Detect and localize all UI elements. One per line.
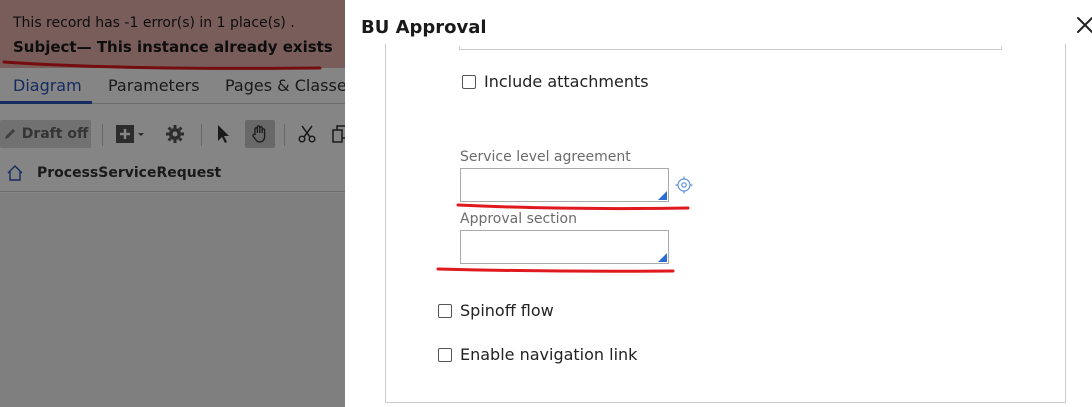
enable-navigation-link-option[interactable]: Enable navigation link (438, 345, 637, 364)
bu-approval-modal: BU Approval Include attachments Service … (345, 0, 1092, 407)
close-icon[interactable] (1072, 12, 1092, 38)
include-attachments-label: Include attachments (484, 72, 649, 91)
include-attachments-checkbox[interactable] (462, 74, 476, 89)
enable-navigation-link-checkbox[interactable] (438, 347, 452, 362)
approval-section-input[interactable] (460, 230, 669, 264)
resize-corner-icon (658, 191, 667, 200)
modal-title: BU Approval (361, 17, 487, 38)
include-attachments-option[interactable]: Include attachments (462, 72, 649, 91)
service-level-agreement-label: Service level agreement (460, 149, 631, 165)
background-app: This record has -1 error(s) in 1 place(s… (0, 0, 345, 407)
approval-section-label: Approval section (460, 211, 577, 227)
modal-backdrop[interactable] (0, 0, 345, 407)
red-underline-annotation (436, 267, 675, 273)
previous-field-edge (459, 46, 1002, 50)
crosshair-icon[interactable] (675, 176, 693, 194)
spinoff-flow-label: Spinoff flow (460, 301, 554, 320)
resize-corner-icon (658, 253, 667, 262)
spinoff-flow-checkbox[interactable] (438, 303, 452, 318)
enable-navigation-link-label: Enable navigation link (460, 345, 638, 364)
spinoff-flow-option[interactable]: Spinoff flow (438, 301, 554, 320)
service-level-agreement-input[interactable] (460, 168, 669, 202)
